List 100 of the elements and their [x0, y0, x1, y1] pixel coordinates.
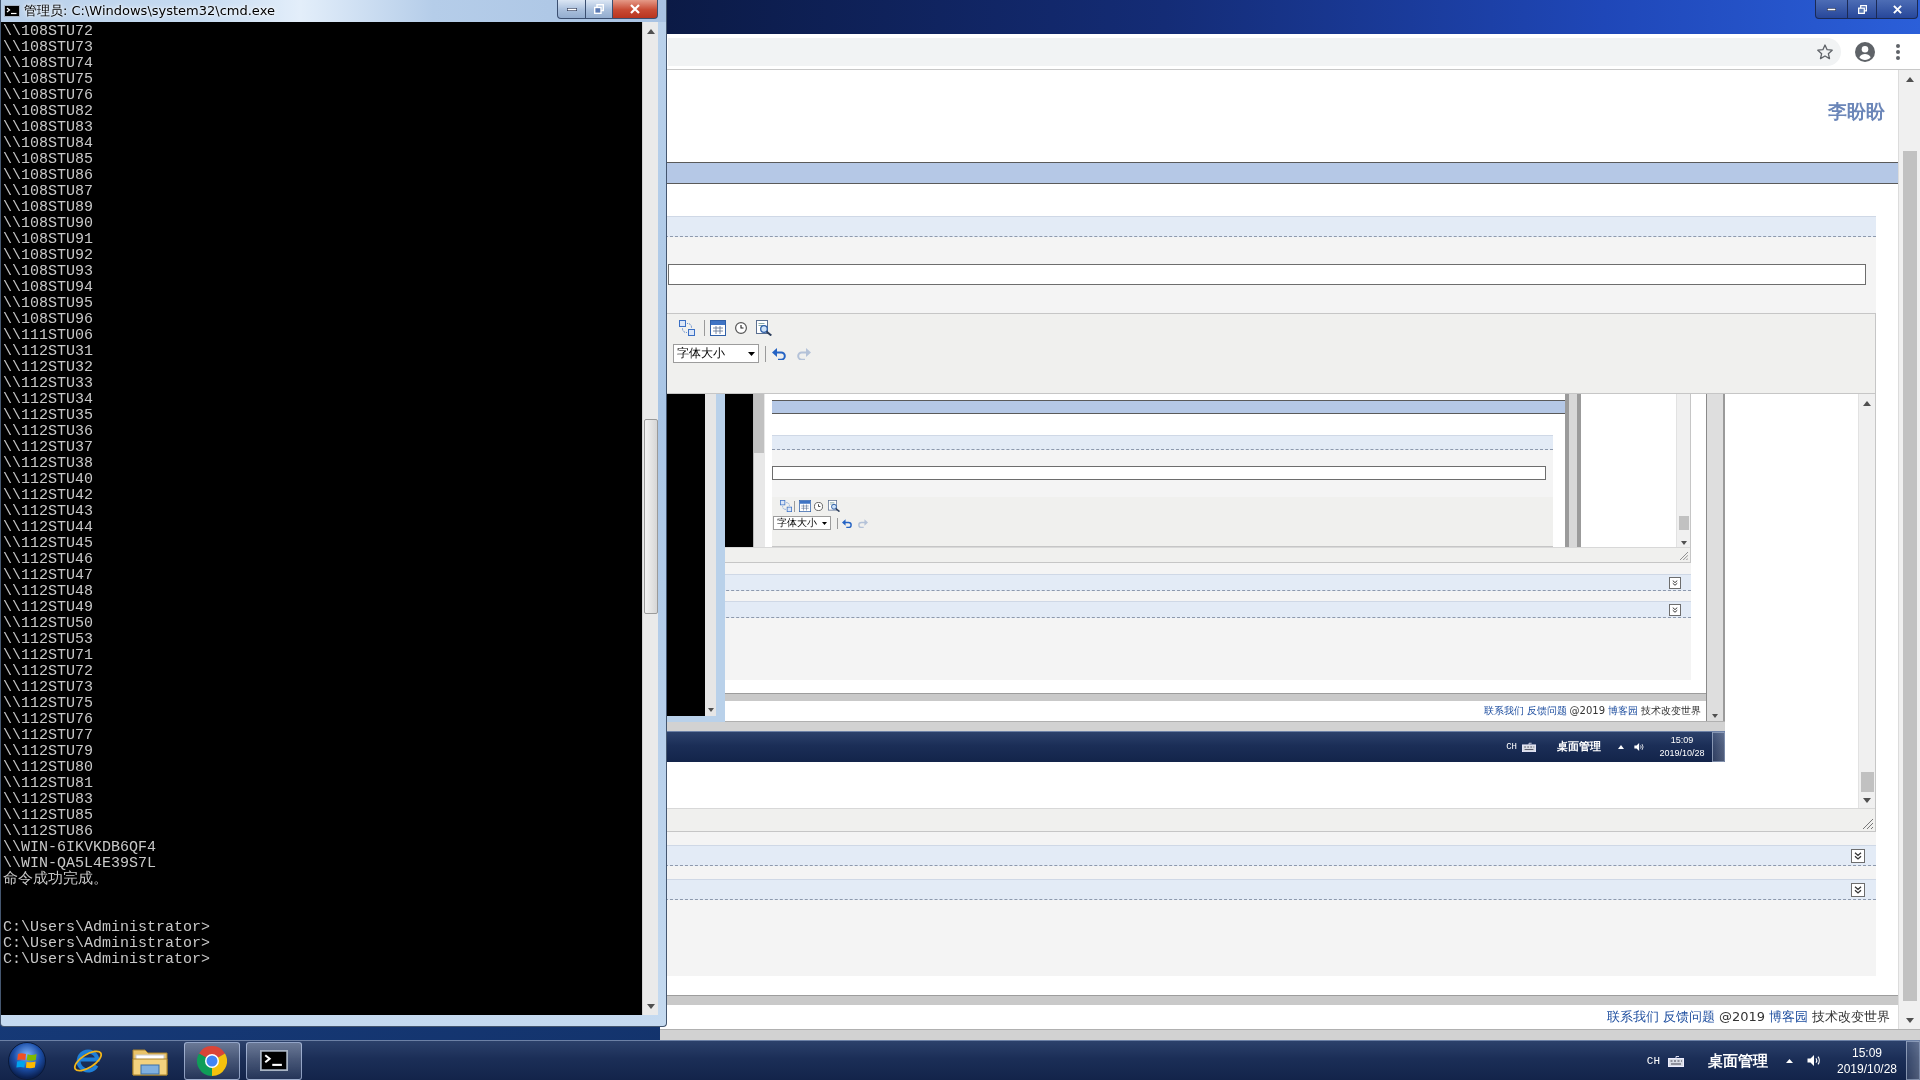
- console-line: \\112STU73: [3, 680, 93, 696]
- scrollbar-thumb[interactable]: [754, 394, 764, 453]
- resize-grip-icon[interactable]: [1680, 552, 1688, 560]
- arrow-down-icon[interactable]: [1712, 714, 1718, 718]
- console-line: \\108STU73: [3, 40, 93, 56]
- arrow-down-icon[interactable]: [707, 708, 714, 712]
- page-search-icon[interactable]: [756, 320, 772, 336]
- clock-icon[interactable]: [814, 501, 823, 511]
- minimize-icon[interactable]: [566, 7, 577, 11]
- input-field[interactable]: [772, 466, 1546, 480]
- language-indicator[interactable]: CH: [1506, 742, 1517, 752]
- keyboard-icon[interactable]: [1522, 742, 1536, 752]
- caret-icon[interactable]: [822, 521, 827, 525]
- arrow-down-icon[interactable]: [1905, 1017, 1914, 1023]
- console-line: \\112STU31: [3, 344, 93, 360]
- user-name: 李盼盼: [1828, 100, 1885, 122]
- console-message: 命令成功完成。: [3, 872, 108, 888]
- font-size-select[interactable]: 字体大小: [773, 516, 831, 530]
- clock-date: 2019/10/28: [1659, 747, 1705, 760]
- clock-icon[interactable]: [735, 322, 747, 334]
- restore-icon[interactable]: [594, 4, 604, 14]
- taskbar-toolbar-label[interactable]: 桌面管理: [1708, 1051, 1768, 1070]
- clock-time: 15:09: [1670, 734, 1694, 747]
- footer-link[interactable]: 反馈问题: [1526, 705, 1567, 717]
- footer-text: 技术改变世界: [1812, 1009, 1890, 1025]
- speaker-icon[interactable]: [1807, 1054, 1822, 1067]
- taskbar-toolbar-label[interactable]: 桌面管理: [1557, 740, 1601, 754]
- console-line: \\112STU35: [3, 408, 93, 424]
- console-line: \\112STU72: [3, 664, 93, 680]
- minimize-icon[interactable]: [1827, 7, 1836, 11]
- console-line: \\112STU83: [3, 792, 93, 808]
- console-line: \\111STU06: [3, 328, 93, 344]
- console-line: \\112STU44: [3, 520, 93, 536]
- close-icon[interactable]: [630, 4, 640, 14]
- more-icon[interactable]: [1896, 43, 1900, 60]
- scrollbar-thumb[interactable]: [1678, 516, 1689, 530]
- console-line: \\108STU72: [3, 24, 93, 40]
- swap-arrow-icon[interactable]: [780, 500, 792, 512]
- taskbar-app-button[interactable]: [246, 1041, 302, 1080]
- show-desktop-button[interactable]: [1712, 732, 1725, 762]
- console-line: \\108STU91: [3, 232, 93, 248]
- console-prompt: C:\Users\Administrator>: [3, 952, 211, 968]
- show-desktop-button[interactable]: [1906, 1041, 1920, 1080]
- arrow-up-icon[interactable]: [646, 28, 655, 34]
- arrow-down-icon[interactable]: [646, 1003, 655, 1009]
- undo-icon[interactable]: [842, 518, 852, 528]
- console-line: \\112STU34: [3, 392, 93, 408]
- arrow-up-icon[interactable]: [1905, 76, 1914, 82]
- undo-icon[interactable]: [772, 347, 786, 360]
- footer-link[interactable]: 反馈问题: [1662, 1009, 1715, 1025]
- flag-orb-icon[interactable]: [8, 1041, 46, 1080]
- footer-text: @2019: [1718, 1009, 1765, 1025]
- tricolor-circle-icon[interactable]: [197, 1045, 227, 1076]
- calendar-icon[interactable]: [799, 500, 811, 512]
- console-line: \\112STU75: [3, 696, 93, 712]
- resize-grip-icon[interactable]: [1863, 819, 1873, 829]
- footer-link[interactable]: 联系我们: [1483, 705, 1524, 717]
- speaker-icon[interactable]: [1634, 742, 1645, 752]
- caret-up-icon[interactable]: [1618, 745, 1624, 749]
- console-line: \\112STU46: [3, 552, 93, 568]
- scrollbar-thumb[interactable]: [1860, 772, 1874, 792]
- address-field[interactable]: [668, 37, 1841, 66]
- minimize-button[interactable]: [557, 0, 586, 19]
- close-button[interactable]: [1877, 0, 1918, 19]
- language-indicator[interactable]: CH: [1646, 1054, 1660, 1067]
- font-size-select[interactable]: 字体大小: [673, 344, 759, 363]
- footer-link[interactable]: 博客园: [1769, 1009, 1808, 1025]
- input-field[interactable]: [668, 264, 1866, 285]
- scrollbar-thumb[interactable]: [643, 419, 658, 614]
- console-line: \\112STU49: [3, 600, 93, 616]
- swap-arrow-icon[interactable]: [679, 320, 695, 336]
- arrow-up-icon[interactable]: [1863, 400, 1871, 406]
- close-icon[interactable]: [1892, 4, 1902, 14]
- scrollbar-thumb[interactable]: [1902, 151, 1917, 1001]
- restore-button[interactable]: [1848, 0, 1877, 19]
- arrow-down-icon[interactable]: [1680, 540, 1687, 545]
- arrow-down-icon[interactable]: [1863, 797, 1871, 803]
- console-line: \\108STU74: [3, 56, 93, 72]
- restore-button[interactable]: [586, 0, 613, 19]
- calendar-icon[interactable]: [710, 320, 726, 336]
- page-search-icon[interactable]: [828, 500, 840, 512]
- taskbar-app-button[interactable]: [184, 1041, 240, 1080]
- console-line: \\108STU94: [3, 280, 93, 296]
- caret-icon[interactable]: [748, 351, 755, 356]
- caret-up-icon[interactable]: [1786, 1058, 1793, 1063]
- close-button[interactable]: [613, 0, 658, 19]
- terminal-icon[interactable]: [260, 1050, 288, 1071]
- footer-link[interactable]: 博客园: [1608, 705, 1638, 717]
- star-icon[interactable]: [1817, 43, 1833, 60]
- footer-link[interactable]: 联系我们: [1606, 1009, 1659, 1025]
- console-line: \\108STU84: [3, 136, 93, 152]
- console-line: \\112STU79: [3, 744, 93, 760]
- console-line: \\112STU40: [3, 472, 93, 488]
- account-icon[interactable]: [1855, 41, 1875, 62]
- keyboard-icon[interactable]: [1668, 1054, 1684, 1067]
- console-line: \\112STU48: [3, 584, 93, 600]
- restore-icon[interactable]: [1857, 4, 1867, 14]
- console-line: \\112STU76: [3, 712, 93, 728]
- console-line: \\108STU83: [3, 120, 93, 136]
- console-line: \\112STU53: [3, 632, 93, 648]
